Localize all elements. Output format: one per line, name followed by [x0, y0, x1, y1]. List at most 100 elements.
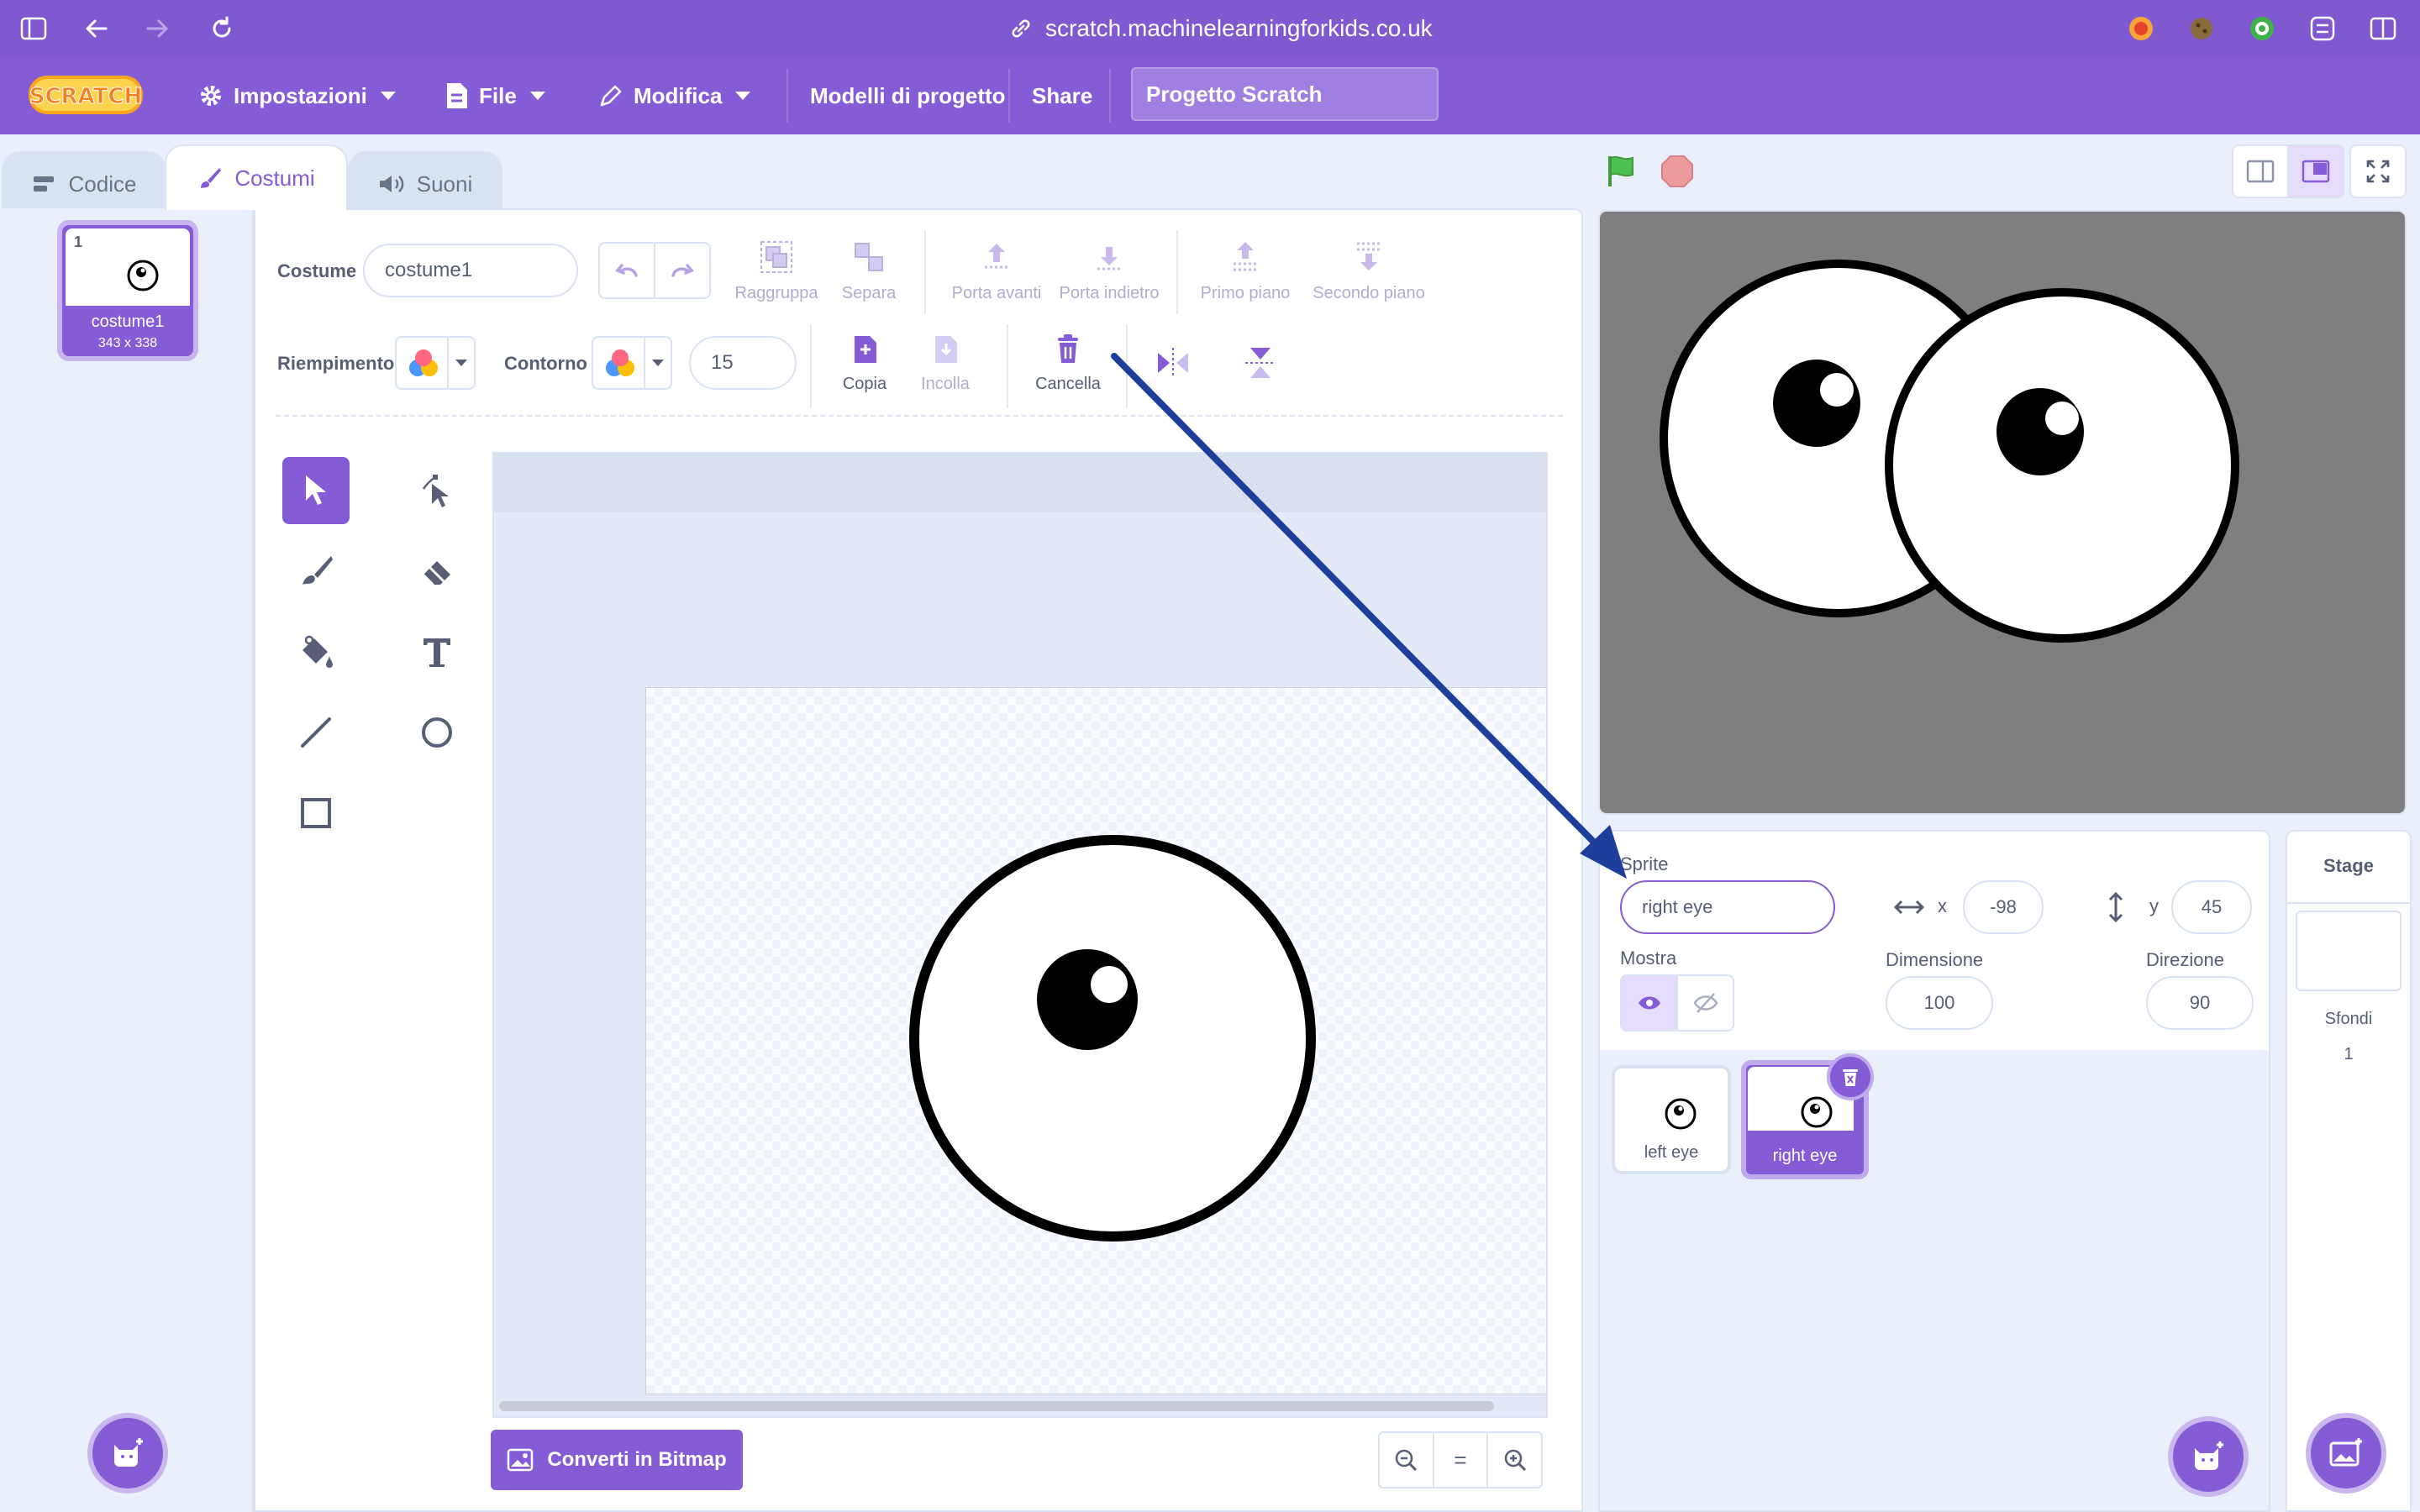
rectangle-tool[interactable] — [282, 780, 350, 847]
tab-sounds[interactable]: Suoni — [348, 151, 502, 215]
flip-vertical-button[interactable] — [1242, 344, 1279, 386]
back-button[interactable]: Secondo piano — [1306, 239, 1432, 303]
text-tool[interactable] — [403, 618, 471, 685]
choose-sprite-button[interactable] — [2168, 1416, 2249, 1497]
small-stage-button[interactable] — [2232, 144, 2289, 198]
stage-canvas[interactable] — [1598, 210, 2407, 815]
reload-icon[interactable] — [207, 13, 237, 44]
paint-canvas[interactable] — [492, 452, 1548, 1418]
sprite-name-input[interactable]: right eye — [1620, 880, 1835, 934]
costume-eye-drawing[interactable] — [494, 454, 1548, 1418]
group-button[interactable]: Raggruppa — [734, 239, 818, 303]
outline-color-picker[interactable] — [592, 336, 672, 390]
line-tool[interactable] — [282, 699, 350, 766]
toolbar-divider — [1007, 324, 1008, 408]
forward-button[interactable]: Porta avanti — [944, 239, 1049, 303]
back-arrow-icon[interactable] — [81, 13, 111, 44]
chevron-down-icon — [380, 92, 396, 100]
forward-arrow-icon[interactable] — [143, 13, 173, 44]
tab-costumes[interactable]: Costumi — [165, 144, 348, 210]
zoom-reset-button[interactable]: = — [1434, 1433, 1489, 1487]
hide-sprite-button[interactable] — [1678, 976, 1733, 1030]
fill-color-picker[interactable] — [395, 336, 476, 390]
paste-button[interactable]: Incolla — [908, 333, 983, 394]
stop-sign-icon — [1661, 155, 1693, 187]
toolbar-separator — [276, 415, 1563, 417]
choose-backdrop-button[interactable] — [2306, 1413, 2386, 1494]
outline-dropdown[interactable] — [644, 338, 671, 388]
eye-pupil[interactable] — [1037, 949, 1138, 1050]
zoom-in-icon — [1504, 1449, 1526, 1472]
backward-button[interactable]: Porta indietro — [1052, 239, 1166, 303]
green-flag-icon — [1608, 155, 1634, 186]
add-costume-button[interactable] — [87, 1413, 168, 1494]
y-input[interactable]: 45 — [2171, 880, 2252, 934]
show-sprite-button[interactable] — [1622, 976, 1678, 1030]
costume-card[interactable]: 1 costume1 343 x 338 — [57, 220, 198, 361]
delete-sprite-button[interactable] — [1827, 1053, 1874, 1100]
project-templates-menu[interactable]: Modelli di progetto — [810, 57, 1006, 134]
green-flag-button[interactable] — [1603, 153, 1640, 194]
cat-add-icon — [114, 1438, 143, 1467]
fullscreen-icon — [2366, 160, 2390, 183]
zoom-in-button[interactable] — [1488, 1433, 1541, 1487]
paintbrush-icon — [201, 168, 222, 188]
cookie-extension-icon[interactable] — [2186, 13, 2217, 44]
fullscreen-button[interactable] — [2349, 144, 2407, 198]
redo-icon — [671, 264, 694, 277]
size-label: Dimensione — [1886, 949, 1984, 970]
tab-code[interactable]: Codice — [2, 151, 166, 215]
costume-card-name: costume1 — [91, 312, 165, 331]
costume-name-input[interactable]: costume1 — [363, 244, 578, 297]
sprite-card-label: left eye — [1644, 1142, 1699, 1162]
shield-extension-icon[interactable] — [2247, 13, 2277, 44]
scratch-logo[interactable]: SCRATCH — [27, 71, 145, 118]
zoom-out-button[interactable] — [1380, 1433, 1434, 1487]
show-label: Mostra — [1620, 948, 1677, 969]
backdrop-thumbnail[interactable] — [2296, 911, 2402, 991]
direction-input[interactable]: 90 — [2146, 976, 2254, 1030]
redo-button[interactable] — [655, 244, 709, 297]
sprite-card-left-eye[interactable]: left eye — [1612, 1065, 1731, 1174]
eraser-tool[interactable] — [403, 538, 471, 605]
front-label: Primo piano — [1200, 284, 1291, 302]
front-button[interactable]: Primo piano — [1195, 239, 1296, 303]
select-tool[interactable] — [282, 457, 350, 524]
undo-button[interactable] — [600, 244, 655, 297]
menu-divider — [786, 69, 788, 123]
brush-tool[interactable] — [282, 538, 350, 605]
horizontal-scrollbar[interactable] — [499, 1401, 1494, 1411]
stop-button[interactable] — [1659, 153, 1696, 194]
extension-icon[interactable] — [2126, 13, 2156, 44]
eye-highlight[interactable] — [1091, 966, 1128, 1003]
sprite-thumbnail — [1665, 1098, 1697, 1130]
rectangle-icon — [301, 798, 331, 828]
right-eye-sprite[interactable] — [1885, 288, 2239, 643]
fill-tool[interactable] — [282, 618, 350, 685]
stage-target-pane[interactable]: Stage Sfondi 1 — [2286, 830, 2412, 1512]
edit-menu[interactable]: Modifica — [598, 57, 751, 134]
menu-divider — [1008, 69, 1010, 123]
reshape-tool[interactable] — [403, 457, 471, 524]
x-input[interactable]: -98 — [1963, 880, 2044, 934]
size-input[interactable]: 100 — [1886, 976, 1993, 1030]
fill-dropdown[interactable] — [447, 338, 474, 388]
sidebar-toggle-icon[interactable] — [18, 13, 49, 44]
flip-horizontal-button[interactable] — [1155, 344, 1192, 386]
copy-button[interactable]: Copia — [827, 333, 902, 394]
address-bar[interactable]: scratch.machinelearningforkids.co.uk — [1008, 13, 1512, 44]
settings-menu[interactable]: Impostazioni — [198, 57, 396, 134]
split-view-icon[interactable] — [2368, 13, 2398, 44]
circle-tool[interactable] — [403, 699, 471, 766]
delete-button[interactable]: Cancella — [1022, 333, 1114, 394]
sliders-extension-icon[interactable] — [2307, 13, 2338, 44]
share-menu[interactable]: Share — [1032, 57, 1092, 134]
copy-icon — [855, 336, 876, 363]
ungroup-button[interactable]: Separa — [835, 239, 902, 303]
outline-width-input[interactable]: 15 — [689, 336, 797, 390]
normal-stage-button[interactable] — [2287, 144, 2344, 198]
convert-to-bitmap-button[interactable]: Converti in Bitmap — [491, 1430, 743, 1490]
project-title-input[interactable]: Progetto Scratch — [1131, 67, 1439, 121]
file-menu[interactable]: File — [444, 57, 545, 134]
costume-thumbnail: 1 — [66, 228, 190, 306]
